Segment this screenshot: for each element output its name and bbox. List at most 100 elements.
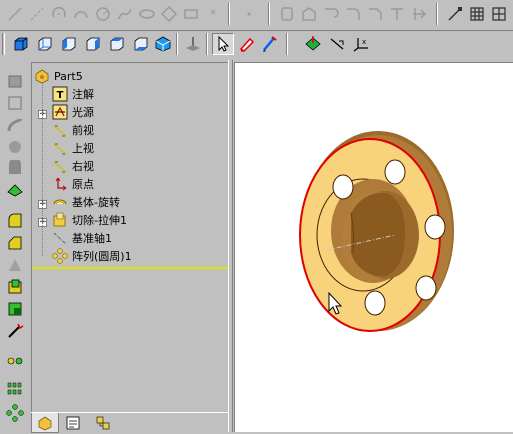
back-view-icon[interactable] bbox=[34, 33, 56, 55]
tree-item-circular-pattern[interactable]: 阵列(圆周)1 bbox=[52, 247, 132, 265]
wizard-icon[interactable] bbox=[4, 320, 26, 342]
bottom-view-icon[interactable] bbox=[130, 33, 152, 55]
tree-item-top-plane[interactable]: 上视 bbox=[52, 139, 94, 157]
tree-item-annotations[interactable]: T 注解 bbox=[52, 85, 94, 103]
part-icon bbox=[35, 69, 49, 84]
tree-item-axis[interactable]: 基准轴1 bbox=[52, 229, 112, 247]
tab-configuration-manager[interactable] bbox=[89, 413, 117, 433]
tree-item-label: 光源 bbox=[72, 106, 94, 119]
view-toolbar: x bbox=[0, 31, 513, 57]
trim-icon[interactable] bbox=[386, 3, 408, 25]
annotation-icon: T bbox=[52, 86, 68, 102]
relations-icon[interactable] bbox=[488, 3, 510, 25]
draft-icon[interactable] bbox=[4, 180, 26, 202]
circular-pattern-icon bbox=[52, 248, 68, 264]
panel-splitter[interactable] bbox=[228, 60, 233, 432]
svg-text:*: * bbox=[210, 7, 216, 21]
tree-item-base-revolve[interactable]: 基体-旋转 bbox=[52, 193, 120, 211]
tree-root-label: Part5 bbox=[54, 69, 83, 83]
plane-icon bbox=[53, 143, 67, 155]
tangent-arc-icon[interactable] bbox=[70, 3, 92, 25]
manager-tabs bbox=[31, 412, 228, 433]
svg-text:T: T bbox=[57, 90, 64, 101]
cut-extrude-icon bbox=[53, 212, 66, 227]
convert-entities-icon[interactable] bbox=[276, 3, 298, 25]
rib-icon[interactable] bbox=[4, 254, 26, 276]
extrude-boss-icon[interactable] bbox=[4, 70, 26, 92]
chamfer-icon[interactable] bbox=[364, 3, 386, 25]
configuration-icon bbox=[96, 416, 110, 430]
polygon-icon[interactable] bbox=[158, 3, 180, 25]
plane-icon bbox=[53, 161, 67, 173]
coordinate-icon[interactable]: x bbox=[350, 33, 372, 55]
tree-item-label: 前视 bbox=[72, 124, 94, 137]
tab-property-manager[interactable] bbox=[59, 413, 87, 433]
mirror-icon[interactable] bbox=[320, 3, 342, 25]
spline-icon[interactable] bbox=[114, 3, 136, 25]
left-view-icon[interactable] bbox=[58, 33, 80, 55]
tree-item-label: 基准轴1 bbox=[72, 232, 112, 245]
arc-icon[interactable] bbox=[48, 3, 70, 25]
tree-item-lights[interactable]: 光源 bbox=[52, 103, 94, 121]
sketch-icon[interactable] bbox=[258, 33, 280, 55]
tree-item-right-plane[interactable]: 右视 bbox=[52, 157, 94, 175]
origin-icon bbox=[55, 177, 67, 191]
rollback-bar[interactable] bbox=[32, 267, 229, 269]
linear-pattern-icon[interactable] bbox=[4, 378, 26, 400]
circular-pattern-icon[interactable] bbox=[4, 402, 26, 424]
rebuild-icon[interactable] bbox=[236, 33, 258, 55]
select-icon[interactable] bbox=[212, 33, 234, 55]
axis-icon bbox=[53, 232, 67, 245]
tree-item-cut-extrude[interactable]: 切除-拉伸1 bbox=[52, 211, 127, 229]
loft-icon[interactable] bbox=[4, 136, 26, 158]
front-view-icon[interactable] bbox=[10, 33, 32, 55]
tree-item-label: 注解 bbox=[72, 88, 94, 101]
features-toolbar bbox=[0, 60, 30, 432]
right-view-icon[interactable] bbox=[82, 33, 104, 55]
property-icon bbox=[66, 416, 80, 430]
tree-item-front-plane[interactable]: 前视 bbox=[52, 121, 94, 139]
sketch-toolbar: * bbox=[0, 0, 513, 31]
centerline-icon[interactable] bbox=[26, 3, 48, 25]
sketch-plane-icon[interactable] bbox=[302, 33, 324, 55]
point2-icon[interactable] bbox=[238, 3, 260, 25]
tree-item-label: 右视 bbox=[72, 160, 94, 173]
point-icon[interactable]: * bbox=[202, 3, 224, 25]
hole-icon[interactable] bbox=[4, 276, 26, 298]
fillet-feature-icon[interactable] bbox=[4, 210, 26, 232]
smart-dimension-icon[interactable] bbox=[326, 33, 348, 55]
revolve-boss-icon[interactable] bbox=[4, 92, 26, 114]
line-icon[interactable] bbox=[4, 3, 26, 25]
shell-icon[interactable] bbox=[4, 158, 26, 180]
flange-model[interactable] bbox=[235, 63, 512, 431]
tree-connector bbox=[42, 83, 43, 256]
tree-item-label: 原点 bbox=[72, 178, 94, 191]
part-icon bbox=[38, 416, 52, 430]
tree-item-label: 阵列(圆周)1 bbox=[72, 250, 132, 263]
grid-icon[interactable] bbox=[466, 3, 488, 25]
feature-manager-tree: Part5 T 注解 + 光源 前视 上视 右视 原点 + 基体-旋转 + 切除… bbox=[31, 62, 229, 413]
tree-item-label: 切除-拉伸1 bbox=[72, 214, 127, 227]
line-draw-icon[interactable] bbox=[444, 3, 466, 25]
circle-icon[interactable] bbox=[92, 3, 114, 25]
plane-icon bbox=[53, 125, 67, 137]
graphics-area[interactable] bbox=[234, 62, 513, 432]
mirror-feature-icon[interactable] bbox=[4, 350, 26, 372]
tree-item-origin[interactable]: 原点 bbox=[52, 175, 94, 193]
extend-icon[interactable] bbox=[408, 3, 430, 25]
fillet-icon[interactable] bbox=[342, 3, 364, 25]
normal-to-icon[interactable] bbox=[182, 33, 204, 55]
top-view-icon[interactable] bbox=[106, 33, 128, 55]
tab-feature-manager[interactable] bbox=[31, 413, 59, 433]
light-icon bbox=[52, 104, 68, 120]
sweep-icon[interactable] bbox=[4, 114, 26, 136]
isometric-view-icon[interactable] bbox=[152, 33, 174, 55]
cut-icon[interactable] bbox=[4, 298, 26, 320]
tree-item-label: 上视 bbox=[72, 142, 94, 155]
tree-item-label: 基体-旋转 bbox=[72, 196, 120, 209]
svg-text:x: x bbox=[362, 38, 366, 46]
ellipse-icon[interactable] bbox=[136, 3, 158, 25]
chamfer-feature-icon[interactable] bbox=[4, 232, 26, 254]
offset-icon[interactable] bbox=[298, 3, 320, 25]
rectangle-icon[interactable] bbox=[180, 3, 202, 25]
